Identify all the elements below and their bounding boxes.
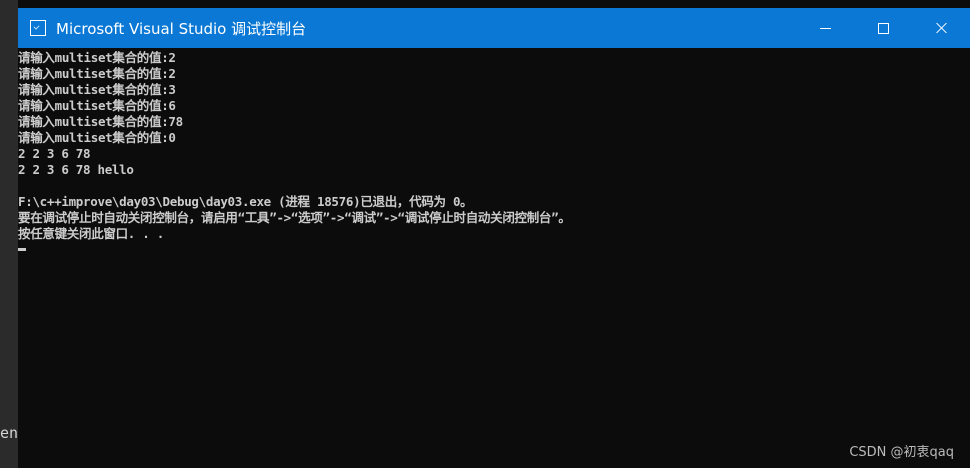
console-line: 请输入multiset集合的值:3	[18, 82, 176, 97]
console-line: 请输入multiset集合的值:0	[18, 130, 176, 145]
minimize-button[interactable]	[796, 8, 854, 48]
window-title: Microsoft Visual Studio 调试控制台	[56, 19, 307, 38]
minimize-icon	[819, 27, 831, 29]
console-app-icon	[30, 20, 46, 36]
console-line: 2 2 3 6 78	[18, 146, 91, 161]
console-line: F:\c++improve\day03\Debug\day03.exe (进程 …	[18, 194, 473, 209]
maximize-icon	[877, 22, 889, 34]
console-line: 要在调试停止时自动关闭控制台，请启用“工具”->“选项”->“调试”->“调试停…	[18, 210, 571, 225]
maximize-button[interactable]	[854, 8, 912, 48]
desktop-background: en	[0, 0, 18, 468]
console-line: 请输入multiset集合的值:6	[18, 98, 176, 113]
console-line: 2 2 3 6 78 hello	[18, 162, 134, 177]
window-controls	[796, 8, 970, 48]
close-icon	[935, 22, 947, 34]
background-window-text: en	[0, 424, 19, 442]
console-line: 请输入multiset集合的值:2	[18, 66, 176, 81]
watermark: CSDN @初衷qaq	[849, 445, 954, 460]
console-line: 请输入multiset集合的值:78	[18, 114, 183, 129]
close-button[interactable]	[912, 8, 970, 48]
console-line: 按任意键关闭此窗口. . .	[18, 226, 164, 241]
console-line: 请输入multiset集合的值:2	[18, 50, 176, 65]
console-output[interactable]: 请输入multiset集合的值:2 请输入multiset集合的值:2 请输入m…	[18, 50, 970, 251]
debug-console-window[interactable]: Microsoft Visual Studio 调试控制台 请输入multise…	[18, 8, 970, 468]
title-bar[interactable]: Microsoft Visual Studio 调试控制台	[18, 8, 970, 48]
text-cursor	[18, 248, 26, 251]
